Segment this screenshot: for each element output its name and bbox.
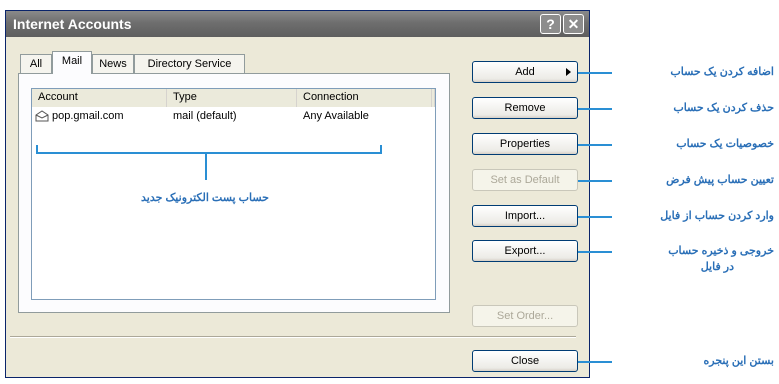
annotation-line-export bbox=[578, 251, 612, 253]
annotation-set-default: تعیین حساب پیش فرض bbox=[666, 174, 774, 186]
row-connection: Any Available bbox=[303, 110, 369, 122]
annotation-line-add bbox=[578, 72, 612, 74]
annotation-import: وارد کردن حساب از فایل bbox=[660, 210, 774, 222]
separator bbox=[10, 336, 576, 338]
annotation-bracket-left bbox=[36, 145, 38, 154]
annotation-properties: خصوصیات یک حساب bbox=[676, 138, 774, 150]
close-icon: ✕ bbox=[567, 16, 580, 32]
help-button[interactable]: ? bbox=[540, 14, 561, 34]
annotation-line-close bbox=[578, 361, 612, 363]
column-header-filler bbox=[432, 89, 435, 107]
add-button[interactable]: Add bbox=[472, 61, 578, 83]
remove-button[interactable]: Remove bbox=[472, 97, 578, 119]
import-button[interactable]: Import... bbox=[472, 205, 578, 227]
annotation-add: اضافه کردن یک حساب bbox=[670, 66, 774, 78]
column-header-account[interactable]: Account bbox=[32, 89, 167, 107]
set-as-default-button[interactable]: Set as Default bbox=[472, 169, 578, 191]
annotation-line-remove bbox=[578, 108, 612, 110]
annotation-line-set-default bbox=[578, 180, 612, 182]
annotation-line-properties bbox=[578, 144, 612, 146]
tab-directory-service[interactable]: Directory Service bbox=[134, 54, 245, 73]
set-order-button[interactable]: Set Order... bbox=[472, 305, 578, 327]
properties-button[interactable]: Properties bbox=[472, 133, 578, 155]
column-header-type[interactable]: Type bbox=[167, 89, 297, 107]
annotation-bracket-stem bbox=[205, 152, 207, 180]
row-account: pop.gmail.com bbox=[52, 110, 124, 122]
window-title: Internet Accounts bbox=[13, 16, 132, 32]
annotation-remove: حذف کردن یک حساب bbox=[673, 102, 774, 114]
mail-account-icon bbox=[35, 110, 49, 122]
close-window-button[interactable]: ✕ bbox=[563, 14, 584, 34]
annotation-bracket-right bbox=[380, 145, 382, 154]
arrow-right-icon bbox=[566, 68, 571, 76]
annotation-export-line1: خروجی و ذخیره حساب bbox=[668, 245, 774, 257]
top-caption-fragment bbox=[608, 0, 668, 10]
tab-all[interactable]: All bbox=[20, 54, 52, 73]
annotation-bracket bbox=[36, 152, 382, 154]
annotation-export-line2: در فایل bbox=[700, 261, 734, 273]
close-button[interactable]: Close bbox=[472, 350, 578, 372]
column-header-connection[interactable]: Connection bbox=[297, 89, 432, 107]
title-bar[interactable]: Internet Accounts ? ✕ bbox=[6, 11, 589, 37]
annotation-line-import bbox=[578, 216, 612, 218]
table-row[interactable]: pop.gmail.com mail (default) Any Availab… bbox=[32, 109, 435, 125]
export-button[interactable]: Export... bbox=[472, 240, 578, 262]
annotation-close: بستن این پنجره bbox=[703, 355, 775, 367]
row-type: mail (default) bbox=[173, 110, 237, 122]
tab-news[interactable]: News bbox=[92, 54, 134, 73]
annotation-new-account: حساب پست الکترونیک جدید bbox=[141, 192, 269, 204]
tab-mail[interactable]: Mail bbox=[52, 51, 92, 74]
add-button-label: Add bbox=[515, 66, 535, 78]
